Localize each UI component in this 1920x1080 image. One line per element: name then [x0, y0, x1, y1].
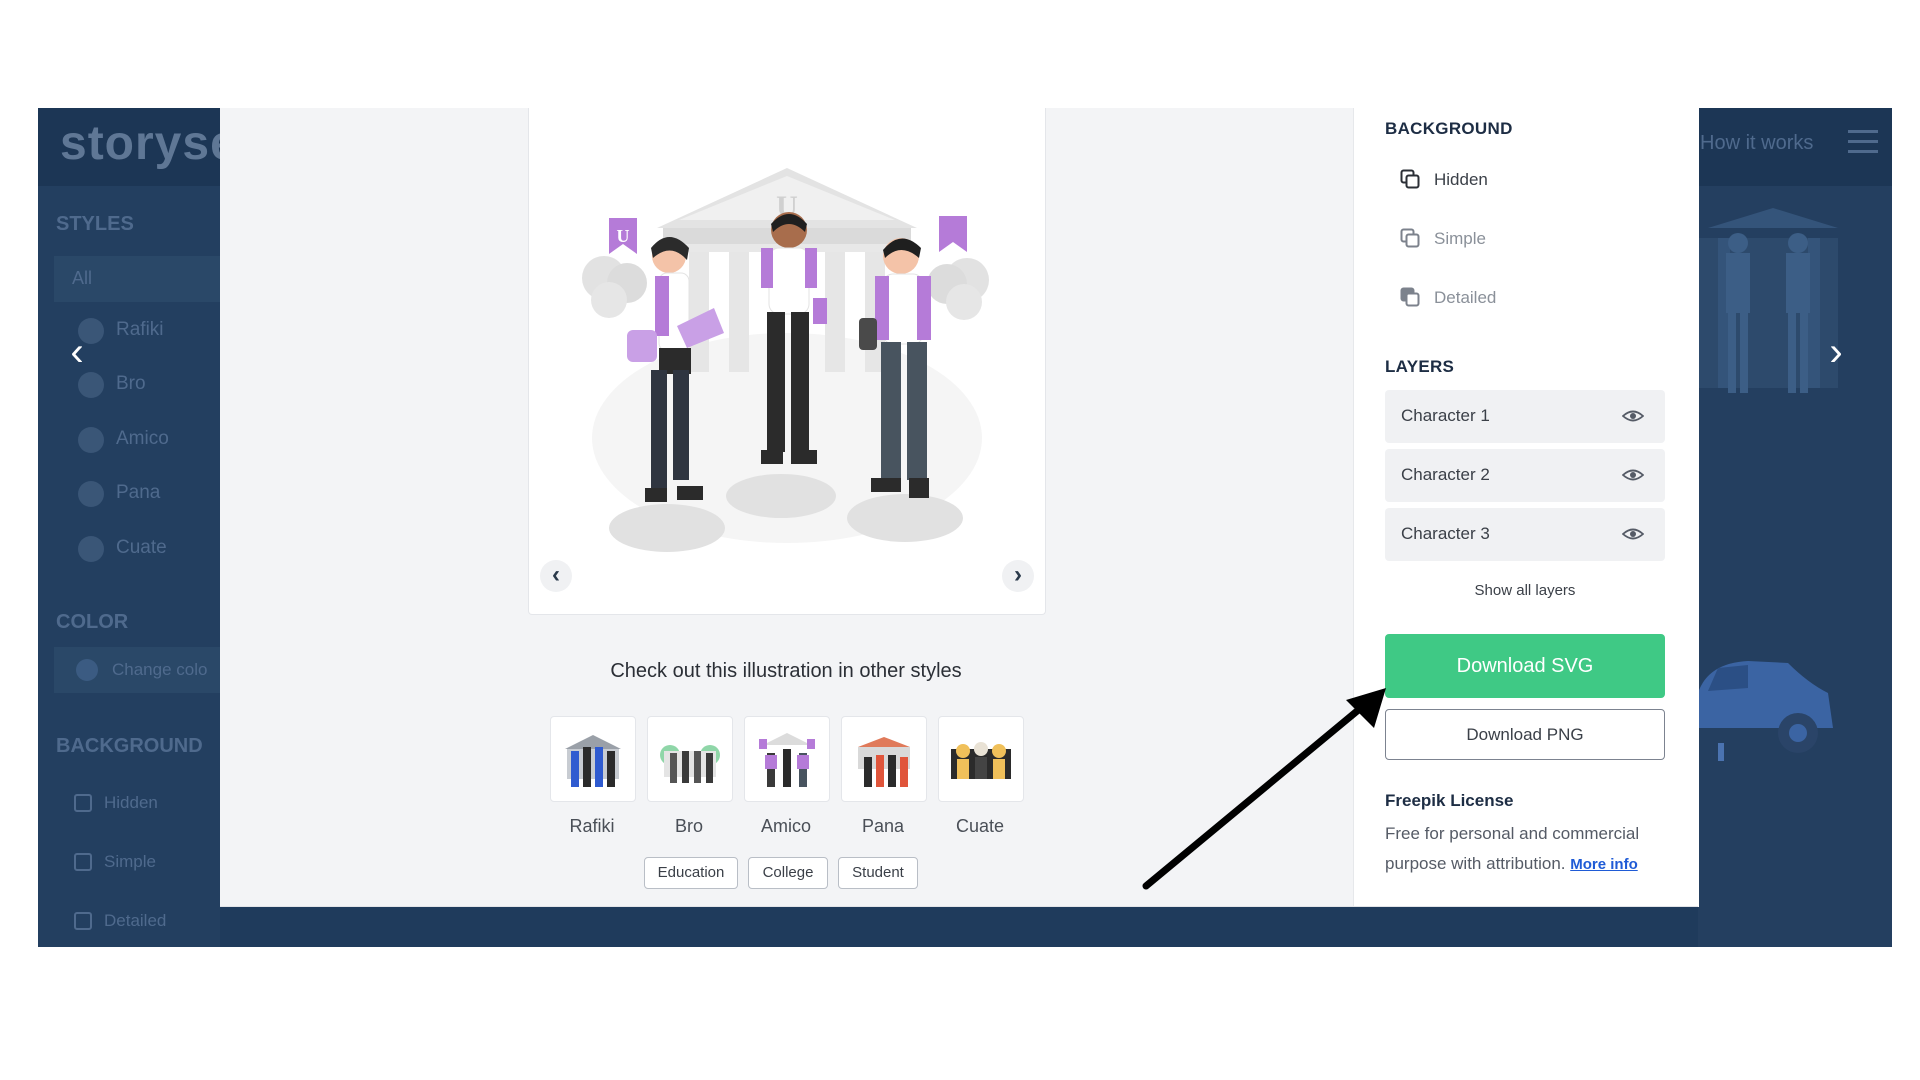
avatar [78, 536, 104, 562]
layer-character-3[interactable]: Character 3 [1385, 508, 1665, 561]
other-styles-title: Check out this illustration in other sty… [610, 660, 962, 682]
background-color-heading: COLOR [56, 611, 129, 633]
background-style-label: Pana [116, 482, 161, 503]
style-thumbnail-pana[interactable] [841, 716, 927, 802]
background-all-filter: All [54, 256, 224, 302]
background-color-button: Change colo [54, 647, 224, 693]
background-option-label: Detailed [1434, 288, 1497, 307]
style-thumbnail-amico[interactable] [744, 716, 830, 802]
layer-label: Character 2 [1401, 465, 1490, 484]
style-thumbnail-image [951, 742, 1011, 779]
style-thumbnail-image [858, 737, 910, 787]
card-next-arrow[interactable]: › [1002, 560, 1034, 592]
layers-icon [1400, 287, 1420, 307]
background-color-label: Change colo [112, 660, 208, 679]
layers-icon [74, 912, 92, 930]
background-style-label: Amico [116, 428, 169, 449]
style-thumbnail-image [660, 745, 720, 783]
tag-student[interactable]: Student [838, 857, 918, 889]
background-topbar: storyse [38, 108, 237, 186]
show-all-layers-link[interactable]: Show all layers [1385, 582, 1665, 599]
annotation-arrow-icon [1142, 688, 1386, 890]
next-illustration-arrow[interactable]: › [1821, 332, 1851, 372]
style-thumbnail-image [759, 733, 815, 787]
layer-label: Character 3 [1401, 524, 1490, 543]
layers-heading: LAYERS [1385, 357, 1455, 376]
background-scene-image [1698, 208, 1838, 393]
background-logo: storyse [60, 117, 238, 170]
background-site-right: How it works [1698, 108, 1892, 947]
license-description: Free for personal and commercial purpose… [1385, 819, 1675, 880]
layers-icon [1400, 169, 1420, 189]
background-bg-option-label: Detailed [104, 911, 167, 930]
style-thumbnail-rafiki[interactable] [550, 716, 636, 802]
layers-icon [74, 853, 92, 871]
background-background-heading: BACKGROUND [56, 735, 203, 757]
svg-text:U: U [617, 226, 630, 246]
background-style-label: Rafiki [116, 319, 164, 340]
layers-icon [74, 794, 92, 812]
more-info-link[interactable]: More info [1570, 856, 1638, 873]
eye-icon[interactable] [1622, 407, 1644, 425]
background-all-label: All [72, 268, 93, 288]
layer-character-2[interactable]: Character 2 [1385, 449, 1665, 502]
background-site-left: storyse STYLES All Rafiki Bro Amico Pana… [38, 108, 237, 947]
style-label-cuate[interactable]: Cuate [938, 816, 1022, 837]
card-previous-arrow[interactable]: ‹ [540, 560, 572, 592]
divider [220, 906, 1698, 907]
background-option-label: Simple [1434, 229, 1486, 248]
students-illustration: U U [582, 168, 989, 552]
license-title: Freepik License [1385, 791, 1514, 810]
download-png-button[interactable]: Download PNG [1385, 709, 1665, 760]
background-bg-option-label: Simple [104, 852, 156, 871]
avatar [78, 427, 104, 453]
tag-education[interactable]: Education [644, 857, 738, 889]
background-styles-heading: STYLES [56, 213, 134, 235]
avatar [78, 372, 104, 398]
background-style-label: Bro [116, 373, 146, 394]
background-style-label: Cuate [116, 537, 167, 558]
background-bg-option-label: Hidden [104, 793, 158, 812]
layer-label: Character 1 [1401, 406, 1490, 425]
eye-icon[interactable] [1622, 525, 1644, 543]
style-label-rafiki[interactable]: Rafiki [550, 816, 634, 837]
background-nav-link: How it works [1700, 132, 1814, 154]
style-label-bro[interactable]: Bro [647, 816, 731, 837]
previous-illustration-arrow[interactable]: ‹ [62, 332, 92, 372]
download-svg-button[interactable]: Download SVG [1385, 634, 1665, 698]
layers-icon [1400, 228, 1420, 248]
eye-icon[interactable] [1622, 466, 1644, 484]
style-label-amico[interactable]: Amico [744, 816, 828, 837]
illustration-preview-card: U U ‹ › [528, 108, 1046, 615]
avatar [78, 481, 104, 507]
style-thumbnail-bro[interactable] [647, 716, 733, 802]
background-car-image [1698, 661, 1833, 761]
background-option-label: Hidden [1434, 170, 1488, 189]
style-thumbnail-cuate[interactable] [938, 716, 1024, 802]
style-thumbnail-image [565, 735, 621, 787]
color-wheel-icon [76, 659, 98, 681]
menu-icon [1848, 130, 1878, 160]
style-label-pana[interactable]: Pana [841, 816, 925, 837]
tag-college[interactable]: College [748, 857, 828, 889]
background-heading: BACKGROUND [1385, 119, 1513, 138]
layer-character-1[interactable]: Character 1 [1385, 390, 1665, 443]
background-topbar: How it works [1698, 108, 1892, 186]
